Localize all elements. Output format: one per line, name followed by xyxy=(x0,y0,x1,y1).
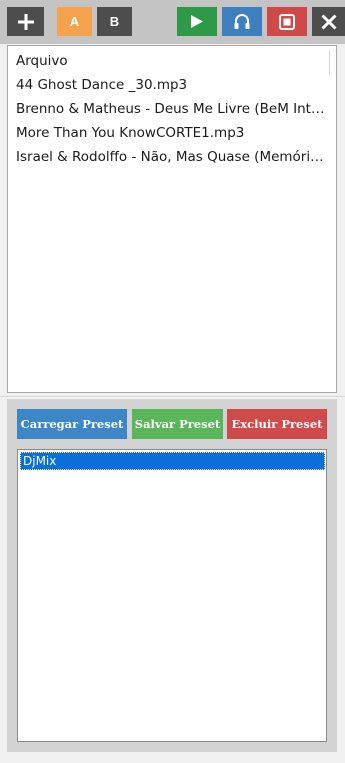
deck-b-button[interactable]: B xyxy=(97,7,132,36)
deck-a-button[interactable]: A xyxy=(57,7,92,36)
list-item[interactable]: 44 Ghost Dance _30.mp3 xyxy=(16,73,330,97)
delete-preset-button[interactable]: Excluir Preset xyxy=(227,409,327,439)
play-icon xyxy=(191,15,203,28)
add-button[interactable] xyxy=(7,7,44,36)
list-item[interactable]: Brenno & Matheus - Deus Me Livre (BeM In… xyxy=(16,97,330,121)
stop-icon xyxy=(279,13,295,30)
file-list[interactable]: Arquivo 44 Ghost Dance _30.mp3 Brenno & … xyxy=(7,45,337,393)
save-preset-button[interactable]: Salvar Preset xyxy=(132,409,223,439)
list-item[interactable]: Israel & Rodolffo - Não, Mas Quase (Memó… xyxy=(16,145,330,169)
preset-item-selected[interactable]: DjMix xyxy=(20,452,325,470)
headphones-icon xyxy=(234,14,250,29)
preset-list[interactable]: DjMix xyxy=(17,449,327,742)
file-list-header[interactable]: Arquivo xyxy=(16,49,330,73)
stop-button[interactable] xyxy=(267,7,307,36)
plus-icon xyxy=(17,13,34,30)
list-item[interactable]: More Than You KnowCORTE1.mp3 xyxy=(16,121,330,145)
preset-panel: Carregar Preset Salvar Preset Excluir Pr… xyxy=(7,399,337,752)
close-button[interactable] xyxy=(312,7,345,36)
play-button[interactable] xyxy=(177,7,217,36)
load-preset-button[interactable]: Carregar Preset xyxy=(17,409,127,439)
panel-divider xyxy=(0,396,345,397)
close-icon xyxy=(320,13,337,30)
headphones-button[interactable] xyxy=(222,7,262,36)
toolbar: A B xyxy=(0,0,345,44)
